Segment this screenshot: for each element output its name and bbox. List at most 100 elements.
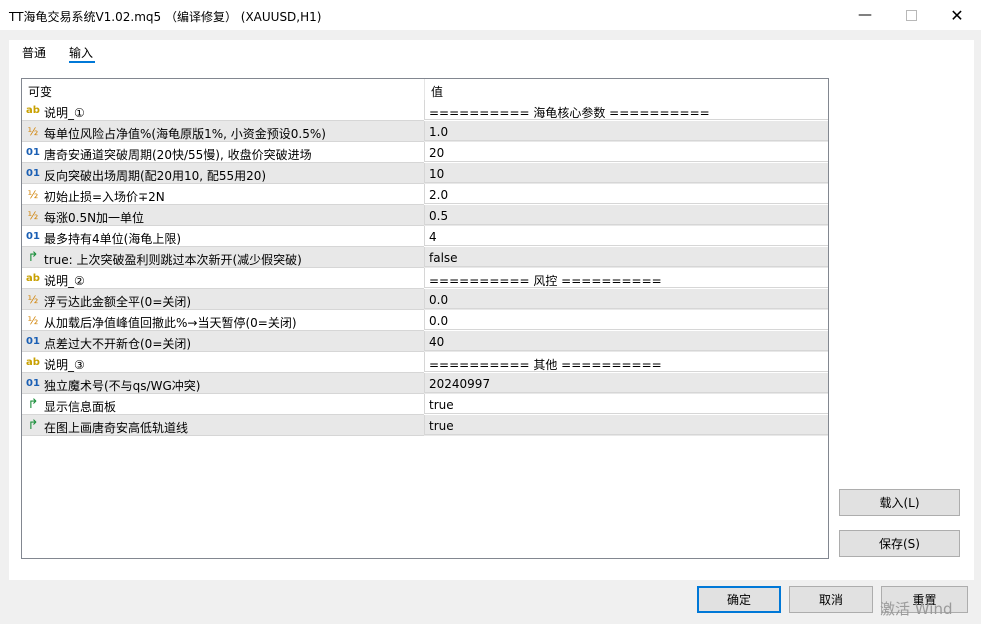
- parameter-value: 20240997: [429, 377, 491, 391]
- double-type-icon: ½: [27, 188, 39, 201]
- load-button[interactable]: 载入(L): [839, 489, 960, 516]
- parameter-value-cell[interactable]: 0.0: [424, 289, 828, 309]
- table-row[interactable]: 01 最多持有4单位(海龟上限) 4: [22, 226, 828, 247]
- parameter-value-cell[interactable]: 40: [424, 331, 828, 351]
- table-row[interactable]: ½ 浮亏达此金额全平(0=关闭) 0.0: [22, 289, 828, 310]
- boolean-type-icon: ↱: [27, 418, 39, 433]
- parameter-value-cell[interactable]: true: [424, 394, 828, 414]
- double-type-icon: ½: [27, 314, 39, 327]
- table-row[interactable]: ↱ true: 上次突破盈利则跳过本次新开(减少假突破) false: [22, 247, 828, 268]
- string-type-icon: ab: [26, 357, 40, 368]
- active-tab-indicator: [69, 61, 95, 63]
- parameter-name: 说明_②: [44, 274, 85, 288]
- parameter-value: 10: [429, 167, 445, 181]
- table-row[interactable]: ½ 初始止损=入场价∓2N 2.0: [22, 184, 828, 205]
- parameter-name: 初始止损=入场价∓2N: [44, 190, 165, 204]
- window-title: TT海龟交易系统V1.02.mq5 （编译修复） (XAUUSD,H1): [9, 10, 322, 24]
- parameter-name: 说明_①: [44, 106, 85, 120]
- table-row[interactable]: 01 点差过大不开新仓(0=关闭) 40: [22, 331, 828, 352]
- parameter-name: 点差过大不开新仓(0=关闭): [44, 337, 192, 351]
- column-separator[interactable]: [424, 79, 425, 100]
- parameter-name: 浮亏达此金额全平(0=关闭): [44, 295, 192, 309]
- parameter-value: 0.0: [429, 314, 449, 328]
- title-bar: TT海龟交易系统V1.02.mq5 （编译修复） (XAUUSD,H1) — ✕: [0, 0, 981, 30]
- table-row[interactable]: 01 唐奇安通道突破周期(20快/55慢), 收盘价突破进场 20: [22, 142, 828, 163]
- parameter-value: true: [429, 398, 454, 412]
- double-type-icon: ½: [27, 125, 39, 138]
- parameter-value: 0.0: [429, 293, 449, 307]
- parameter-name: 显示信息面板: [44, 400, 117, 414]
- parameter-value: 1.0: [429, 125, 449, 139]
- table-row[interactable]: ↱ 显示信息面板 true: [22, 394, 828, 415]
- parameter-value-cell[interactable]: 20240997: [424, 373, 828, 393]
- double-type-icon: ½: [27, 293, 39, 306]
- integer-type-icon: 01: [26, 336, 40, 347]
- table-row[interactable]: 01 独立魔术号(不与qs/WG冲突) 20240997: [22, 373, 828, 394]
- integer-type-icon: 01: [26, 168, 40, 179]
- parameter-name: 反向突破出场周期(配20用10, 配55用20): [44, 169, 267, 183]
- column-header-name[interactable]: 可变: [28, 83, 52, 100]
- parameter-value-cell[interactable]: ========== 其他 ==========: [424, 352, 828, 372]
- parameter-value: 20: [429, 146, 445, 160]
- parameter-value-cell[interactable]: 20: [424, 142, 828, 162]
- string-type-icon: ab: [26, 273, 40, 284]
- row-divider: [22, 435, 424, 436]
- table-row[interactable]: ab 说明_② ========== 风控 ==========: [22, 268, 828, 289]
- parameter-value-cell[interactable]: ========== 风控 ==========: [424, 268, 828, 288]
- parameters-grid: 可变 值 ab 说明_① ========== 海龟核心参数 ========== ½…: [21, 78, 829, 559]
- parameter-name: 最多持有4单位(海龟上限): [44, 232, 181, 246]
- minimize-icon: —: [858, 7, 872, 23]
- table-row[interactable]: ½ 每单位风险占净值%(海龟原版1%, 小资金预设0.5%) 1.0: [22, 121, 828, 142]
- minimize-button[interactable]: —: [842, 0, 888, 30]
- maximize-button[interactable]: [888, 0, 934, 30]
- parameter-value: ========== 海龟核心参数 ==========: [429, 106, 710, 120]
- column-header-value[interactable]: 值: [431, 83, 443, 100]
- tab-general[interactable]: 普通: [22, 44, 46, 61]
- parameter-value: ========== 风控 ==========: [429, 274, 662, 288]
- parameter-name: 每单位风险占净值%(海龟原版1%, 小资金预设0.5%): [44, 127, 326, 141]
- parameter-value-cell[interactable]: 0.0: [424, 310, 828, 330]
- parameter-name: 从加载后净值峰值回撤此%→当天暂停(0=关闭): [44, 316, 297, 330]
- table-row[interactable]: 01 反向突破出场周期(配20用10, 配55用20) 10: [22, 163, 828, 184]
- save-button[interactable]: 保存(S): [839, 530, 960, 557]
- close-icon: ✕: [950, 5, 964, 25]
- parameter-value: 0.5: [429, 209, 449, 223]
- string-type-icon: ab: [26, 105, 40, 116]
- parameter-name: 说明_③: [44, 358, 85, 372]
- integer-type-icon: 01: [26, 147, 40, 158]
- parameter-value: 40: [429, 335, 445, 349]
- parameter-name: 在图上画唐奇安高低轨道线: [44, 421, 189, 435]
- ok-button[interactable]: 确定: [697, 586, 781, 613]
- integer-type-icon: 01: [26, 378, 40, 389]
- parameter-value: 2.0: [429, 188, 449, 202]
- table-row[interactable]: ab 说明_① ========== 海龟核心参数 ==========: [22, 100, 828, 121]
- parameter-value-cell[interactable]: 1.0: [424, 121, 828, 141]
- parameter-value: false: [429, 251, 458, 265]
- parameter-value-cell[interactable]: 4: [424, 226, 828, 246]
- integer-type-icon: 01: [26, 231, 40, 242]
- parameter-name: 每涨0.5N加一单位: [44, 211, 145, 225]
- parameter-value-cell[interactable]: 10: [424, 163, 828, 183]
- parameter-name: 独立魔术号(不与qs/WG冲突): [44, 379, 201, 393]
- parameter-value-cell[interactable]: 0.5: [424, 205, 828, 225]
- maximize-icon: [905, 9, 917, 21]
- table-row[interactable]: ab 说明_③ ========== 其他 ==========: [22, 352, 828, 373]
- parameter-value: ========== 其他 ==========: [429, 358, 662, 372]
- boolean-type-icon: ↱: [27, 397, 39, 412]
- parameter-value: true: [429, 419, 454, 433]
- tab-input[interactable]: 输入: [69, 44, 93, 61]
- parameter-value-cell[interactable]: false: [424, 247, 828, 267]
- activation-overlay-text: 激活 Wind: [880, 600, 953, 618]
- parameter-value-cell[interactable]: 2.0: [424, 184, 828, 204]
- parameter-value-cell[interactable]: true: [424, 415, 828, 435]
- parameter-value: 4: [429, 230, 437, 244]
- boolean-type-icon: ↱: [27, 250, 39, 265]
- cancel-button[interactable]: 取消: [789, 586, 873, 613]
- table-row[interactable]: ½ 从加载后净值峰值回撤此%→当天暂停(0=关闭) 0.0: [22, 310, 828, 331]
- double-type-icon: ½: [27, 209, 39, 222]
- table-row[interactable]: ↱ 在图上画唐奇安高低轨道线 true: [22, 415, 828, 436]
- close-button[interactable]: ✕: [934, 0, 980, 30]
- parameter-value-cell[interactable]: ========== 海龟核心参数 ==========: [424, 100, 828, 120]
- table-row[interactable]: ½ 每涨0.5N加一单位 0.5: [22, 205, 828, 226]
- parameter-name: 唐奇安通道突破周期(20快/55慢), 收盘价突破进场: [44, 148, 312, 162]
